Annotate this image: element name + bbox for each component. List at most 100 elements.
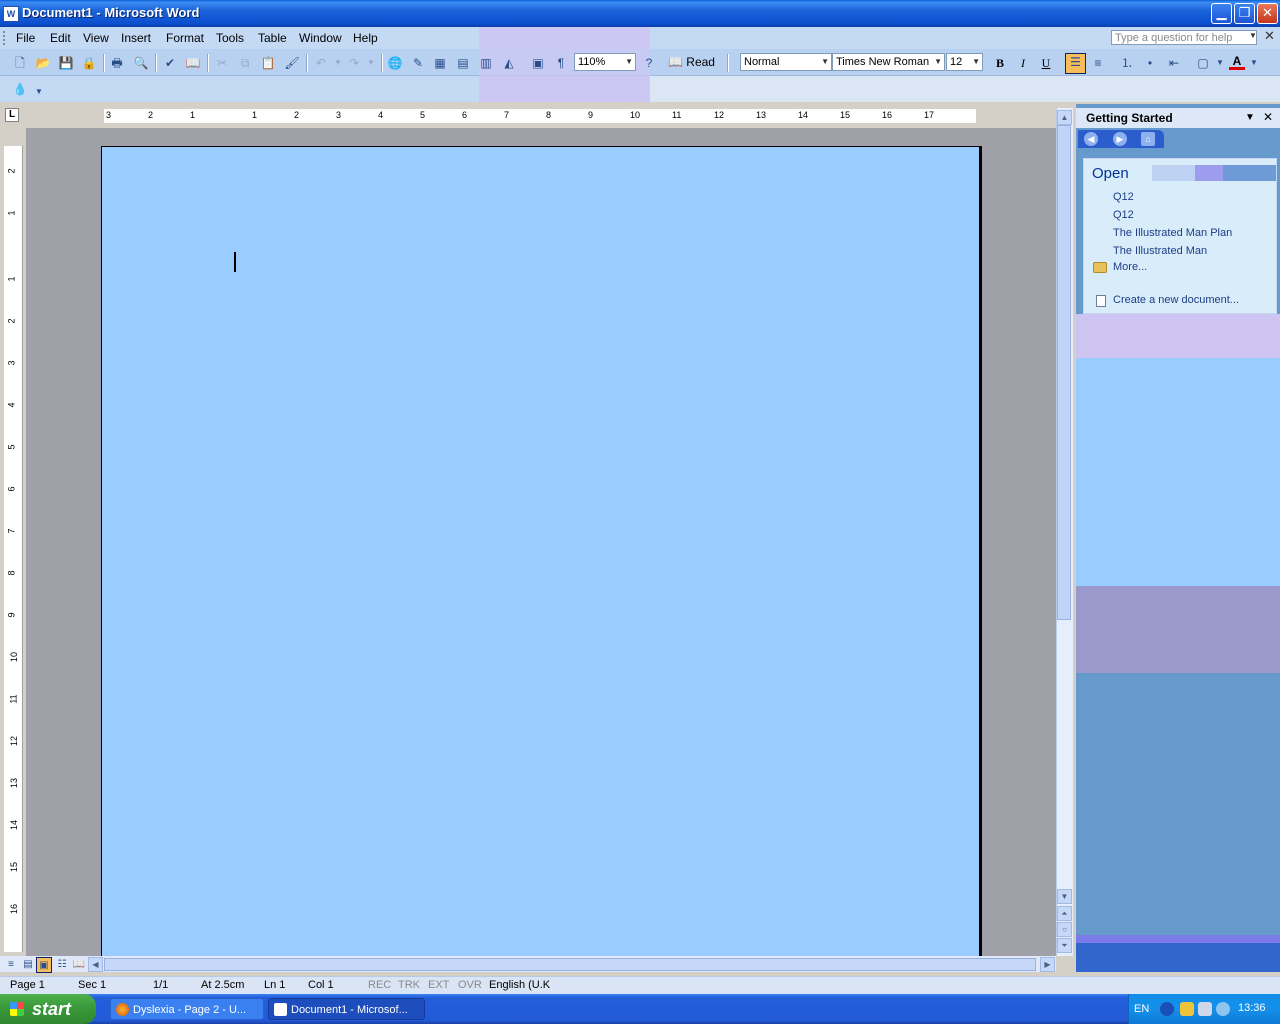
font-color-button[interactable]: A: [1229, 53, 1245, 70]
document-close-icon[interactable]: ✕: [1264, 29, 1275, 44]
task-pane-close-icon[interactable]: ✕: [1263, 110, 1273, 124]
drop-icon[interactable]: 💧: [12, 81, 28, 97]
drawing-icon[interactable]: ◭: [501, 55, 517, 71]
bullets-icon[interactable]: •: [1142, 55, 1158, 71]
decrease-indent-icon[interactable]: ⇤: [1166, 55, 1182, 71]
font-select[interactable]: Times New Roman ▼: [832, 53, 945, 71]
help-dropdown-icon[interactable]: ▼: [1249, 31, 1257, 40]
permission-icon[interactable]: 🔒: [81, 55, 97, 71]
toolbar-options-icon[interactable]: ▼: [34, 84, 44, 100]
status-rec[interactable]: REC: [368, 979, 391, 991]
restore-button[interactable]: ❐: [1234, 3, 1255, 24]
tray-volume-icon[interactable]: [1216, 1002, 1230, 1016]
open-folder-icon[interactable]: 📂: [35, 55, 51, 71]
menu-window[interactable]: Window: [299, 31, 342, 45]
menu-insert[interactable]: Insert: [121, 31, 151, 45]
tray-expand-icon[interactable]: [1160, 1002, 1174, 1016]
numbering-icon[interactable]: ⒈: [1119, 55, 1135, 71]
status-language[interactable]: English (U.K: [489, 979, 550, 991]
underline-button[interactable]: U: [1038, 55, 1054, 71]
previous-page-button[interactable]: ⏶: [1057, 906, 1072, 921]
redo-dropdown-icon[interactable]: ▼: [363, 55, 379, 71]
research-icon[interactable]: 📖: [185, 55, 201, 71]
recent-file-link[interactable]: The Illustrated Man Plan: [1113, 227, 1232, 239]
select-browse-object-button[interactable]: ○: [1057, 922, 1072, 937]
menu-view[interactable]: View: [83, 31, 109, 45]
columns-icon[interactable]: ▥: [478, 55, 494, 71]
horizontal-scroll-thumb[interactable]: [104, 958, 1036, 971]
scroll-right-button[interactable]: ▶: [1040, 957, 1055, 972]
align-left-button[interactable]: ☰: [1065, 53, 1086, 74]
show-hide-icon[interactable]: ¶: [553, 55, 569, 71]
copy-icon[interactable]: ⧉: [237, 55, 253, 71]
word-app-icon[interactable]: W: [3, 6, 19, 22]
language-indicator[interactable]: EN: [1134, 1003, 1149, 1015]
forward-icon[interactable]: ▶: [1113, 132, 1127, 146]
horizontal-ruler[interactable]: 3 2 1 1 2 3 4 5 6 7 8 9 10 11 12 13 14 15 16 17: [26, 106, 1056, 126]
document-map-icon[interactable]: ▣: [530, 55, 546, 71]
vertical-ruler[interactable]: 2 1 1 2 3 4 5 6 7 8 9 10 11 12 13 14 15 16: [4, 146, 23, 952]
tray-clock-app-icon[interactable]: [1180, 1002, 1194, 1016]
recent-file-link[interactable]: The Illustrated Man: [1113, 245, 1207, 257]
read-button[interactable]: 📖 Read: [668, 52, 715, 72]
align-center-button[interactable]: ≡: [1090, 55, 1106, 71]
print-preview-icon[interactable]: 🔍: [133, 55, 149, 71]
help-search-input[interactable]: Type a question for help: [1111, 30, 1257, 45]
italic-button[interactable]: I: [1015, 55, 1031, 71]
start-button[interactable]: start: [0, 994, 96, 1024]
tray-network-icon[interactable]: [1198, 1002, 1212, 1016]
menu-file[interactable]: File: [16, 31, 35, 45]
home-icon[interactable]: ⌂: [1141, 132, 1155, 146]
menu-edit[interactable]: Edit: [50, 31, 71, 45]
menu-help[interactable]: Help: [353, 31, 378, 45]
web-layout-icon[interactable]: ▤: [20, 957, 36, 973]
bold-button[interactable]: B: [992, 55, 1008, 71]
tab-selector[interactable]: L: [5, 108, 19, 122]
close-button[interactable]: ✕: [1257, 3, 1278, 24]
borders-dropdown-icon[interactable]: ▼: [1212, 55, 1228, 71]
reading-layout-icon[interactable]: 📖: [71, 957, 87, 973]
vertical-scroll-thumb[interactable]: [1057, 125, 1071, 620]
cut-icon[interactable]: ✂: [214, 55, 230, 71]
more-files-link[interactable]: More...: [1113, 261, 1147, 273]
taskbar-item-firefox[interactable]: Dyslexia - Page 2 - U...: [110, 998, 264, 1020]
recent-file-link[interactable]: Q12: [1113, 209, 1134, 221]
menu-grip[interactable]: [3, 31, 8, 45]
status-ovr[interactable]: OVR: [458, 979, 482, 991]
print-icon[interactable]: 🖶: [109, 55, 125, 71]
create-new-document-link[interactable]: Create a new document...: [1113, 294, 1239, 306]
undo-dropdown-icon[interactable]: ▼: [330, 55, 346, 71]
minimize-button[interactable]: ▁: [1211, 3, 1232, 24]
help-icon[interactable]: ?: [641, 55, 657, 71]
font-size-select[interactable]: 12 ▼: [946, 53, 983, 71]
scroll-left-button[interactable]: ◀: [88, 957, 103, 972]
undo-icon[interactable]: ↶: [313, 55, 329, 71]
title-bar[interactable]: W Document1 - Microsoft Word: [0, 0, 1280, 27]
next-page-button[interactable]: ⏷: [1057, 938, 1072, 953]
redo-icon[interactable]: ↷: [346, 55, 362, 71]
insert-excel-icon[interactable]: ▤: [455, 55, 471, 71]
outline-view-icon[interactable]: ☷: [54, 957, 70, 973]
menu-format[interactable]: Format: [166, 31, 204, 45]
font-color-dropdown-icon[interactable]: ▼: [1246, 55, 1262, 71]
hyperlink-icon[interactable]: 🌐: [387, 55, 403, 71]
new-document-icon[interactable]: 🗋: [12, 55, 28, 71]
print-layout-icon[interactable]: ▣: [36, 957, 52, 973]
status-trk[interactable]: TRK: [398, 979, 420, 991]
style-select[interactable]: Normal ▼: [740, 53, 832, 71]
spelling-check-icon[interactable]: ✔: [162, 55, 178, 71]
format-painter-icon[interactable]: 🖌: [284, 55, 300, 71]
insert-table-icon[interactable]: ▦: [432, 55, 448, 71]
recent-file-link[interactable]: Q12: [1113, 191, 1134, 203]
tables-borders-icon[interactable]: ✎: [410, 55, 426, 71]
menu-table[interactable]: Table: [258, 31, 287, 45]
zoom-select[interactable]: 110% ▼: [574, 53, 636, 71]
paste-icon[interactable]: 📋: [260, 55, 276, 71]
save-icon[interactable]: 💾: [58, 55, 74, 71]
back-icon[interactable]: ◀: [1084, 132, 1098, 146]
status-ext[interactable]: EXT: [428, 979, 449, 991]
menu-tools[interactable]: Tools: [216, 31, 244, 45]
normal-view-icon[interactable]: ≡: [3, 957, 19, 973]
task-pane-dropdown-icon[interactable]: ▼: [1245, 112, 1255, 123]
borders-icon[interactable]: ▢: [1195, 55, 1211, 71]
